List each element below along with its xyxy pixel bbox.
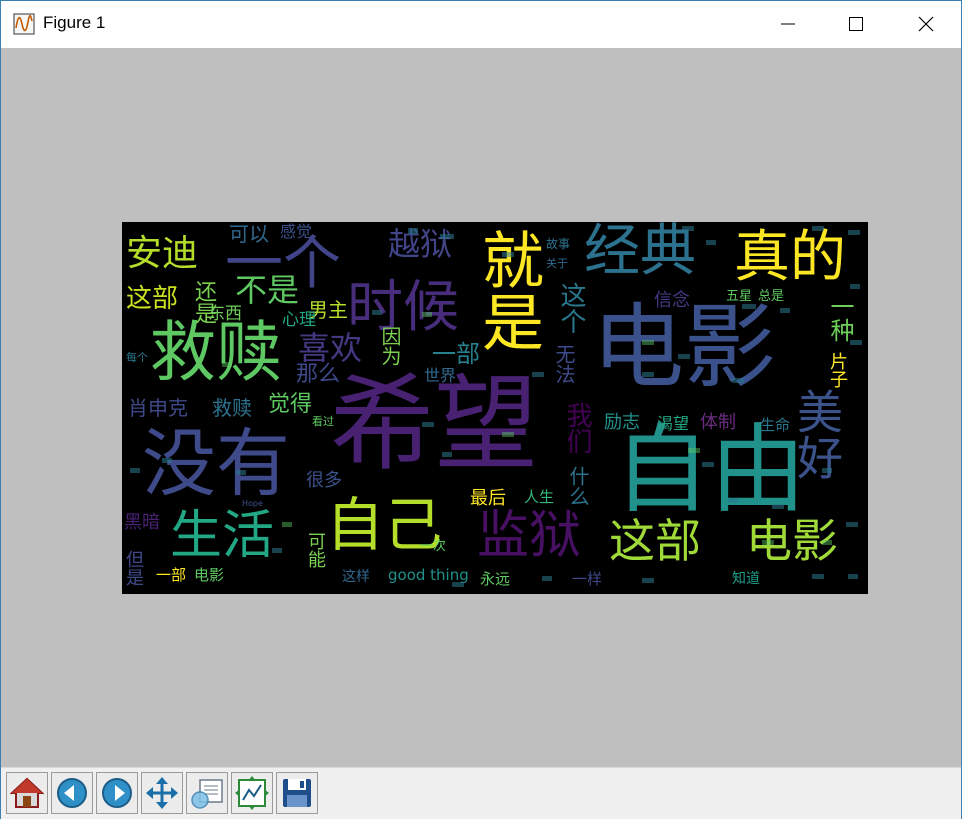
maximize-button[interactable] xyxy=(833,1,879,47)
forward-arrow-icon xyxy=(102,778,132,808)
word-cloud-word: Hope xyxy=(242,499,263,508)
word-cloud-word: 最后 xyxy=(470,488,506,509)
word-cloud-word: 我们 xyxy=(562,402,592,454)
minimize-button[interactable] xyxy=(765,1,811,47)
forward-button[interactable] xyxy=(96,772,138,814)
word-cloud-word: 故事 xyxy=(546,237,571,251)
word-cloud-word: 越狱 xyxy=(388,225,453,263)
window-title: Figure 1 xyxy=(43,13,106,32)
word-cloud-word: 渴望 xyxy=(657,414,690,433)
home-icon xyxy=(10,777,44,808)
word-cloud-image: 希望 电影 自由 没有 救赎 一个 时候 就是 经典 真的 自己 监狱 生活 这… xyxy=(122,222,868,594)
word-cloud-word: 喜欢 xyxy=(298,329,363,367)
word-cloud-word: 这部 xyxy=(126,284,179,314)
word-cloud-word: 励志 xyxy=(604,412,640,433)
word-cloud-word: 关于 xyxy=(546,257,568,270)
word-cloud-word: 就是 xyxy=(471,228,544,352)
matplotlib-figure-icon xyxy=(13,13,35,35)
word-cloud-word: 不是 xyxy=(235,271,300,309)
figure-window: Figure 1 希望 电影 自由 没有 救赎 一个 时候 就是 经典 真的 自… xyxy=(0,0,962,819)
word-cloud-word: 这部 xyxy=(609,514,701,568)
word-cloud-word: 生命 xyxy=(760,416,791,434)
word-cloud-word: 一次 xyxy=(420,539,447,554)
word-cloud-word: 这样 xyxy=(342,569,370,585)
word-cloud-word: 一样 xyxy=(572,570,603,588)
word-cloud-word: 永远 xyxy=(480,570,511,588)
word-cloud-word: 觉得 xyxy=(268,392,313,417)
word-cloud-word: 肖申克 xyxy=(128,396,188,420)
close-icon xyxy=(918,16,934,32)
word-cloud-word: good thing xyxy=(388,566,469,584)
word-cloud-word: 东西 xyxy=(208,304,242,324)
minimize-icon xyxy=(781,23,795,25)
word-cloud-word: 看过 xyxy=(312,415,334,428)
maximize-icon xyxy=(849,17,863,31)
word-cloud-word: 信念 xyxy=(654,290,690,311)
zoom-rect-icon xyxy=(191,779,223,809)
word-cloud-word: 无法 xyxy=(552,344,576,384)
word-cloud-word: 生活 xyxy=(170,506,275,566)
word-cloud-word: 自由 xyxy=(614,414,806,526)
subplots-icon xyxy=(235,776,269,810)
home-button[interactable] xyxy=(6,772,48,814)
word-cloud-word: 很多 xyxy=(306,470,342,491)
floppy-disk-icon xyxy=(283,779,311,807)
zoom-button[interactable] xyxy=(186,772,228,814)
save-button[interactable] xyxy=(276,772,318,814)
word-cloud-word: 希望 xyxy=(330,363,539,485)
back-arrow-icon xyxy=(57,778,87,808)
word-cloud-word: 这个 xyxy=(556,282,586,334)
word-cloud-word: 五星 xyxy=(726,289,753,304)
navigation-toolbar xyxy=(1,767,961,819)
word-cloud-word: 心理 xyxy=(282,310,316,330)
word-cloud-word: 时候 xyxy=(347,275,459,340)
word-cloud-word: 因为 xyxy=(378,326,402,366)
word-cloud-word: 美好 xyxy=(790,388,844,480)
word-cloud-word: 一种 xyxy=(826,294,854,342)
word-cloud-word: 救赎 xyxy=(212,396,252,420)
word-cloud-word: 没有 xyxy=(142,421,290,507)
word-cloud-word: 一部 xyxy=(156,566,187,584)
figure-canvas[interactable]: 希望 电影 自由 没有 救赎 一个 时候 就是 经典 真的 自己 监狱 生活 这… xyxy=(1,48,961,767)
pan-button[interactable] xyxy=(141,772,183,814)
word-cloud-word: 片子 xyxy=(827,352,848,388)
word-cloud-word: 总是 xyxy=(758,289,785,304)
back-button[interactable] xyxy=(51,772,93,814)
word-cloud-word: 可能 xyxy=(305,532,326,568)
word-cloud-word: 电影 xyxy=(592,294,777,401)
word-cloud-word: 世界 xyxy=(424,366,457,385)
word-cloud-word: 感觉 xyxy=(280,222,313,241)
word-cloud-word: 监狱 xyxy=(477,506,582,566)
move-arrows-icon xyxy=(146,777,178,809)
word-cloud-word: 安迪 xyxy=(126,233,199,274)
close-button[interactable] xyxy=(903,1,949,47)
word-cloud-word: 一部 xyxy=(432,340,480,368)
word-cloud-word: 救赎 xyxy=(150,314,282,391)
word-cloud-word: 知道 xyxy=(732,571,760,587)
configure-subplots-button[interactable] xyxy=(231,772,273,814)
word-cloud-word: 真的 xyxy=(734,225,846,290)
word-cloud-word: 什么 xyxy=(566,466,590,506)
word-cloud-word: 经典 xyxy=(584,222,696,284)
word-cloud-word: 每个 xyxy=(126,351,148,364)
title-bar[interactable]: Figure 1 xyxy=(1,1,961,47)
word-cloud-word: 电影 xyxy=(194,566,225,584)
word-cloud-word: 黑暗 xyxy=(124,512,160,533)
word-cloud-word: 那么 xyxy=(296,362,341,387)
word-cloud-word: 可以 xyxy=(229,222,269,246)
word-cloud-word: 体制 xyxy=(700,412,736,433)
word-cloud-word: 电影 xyxy=(746,514,838,568)
word-cloud-word: 人生 xyxy=(524,488,555,506)
word-cloud-word: 但是 xyxy=(123,550,144,586)
